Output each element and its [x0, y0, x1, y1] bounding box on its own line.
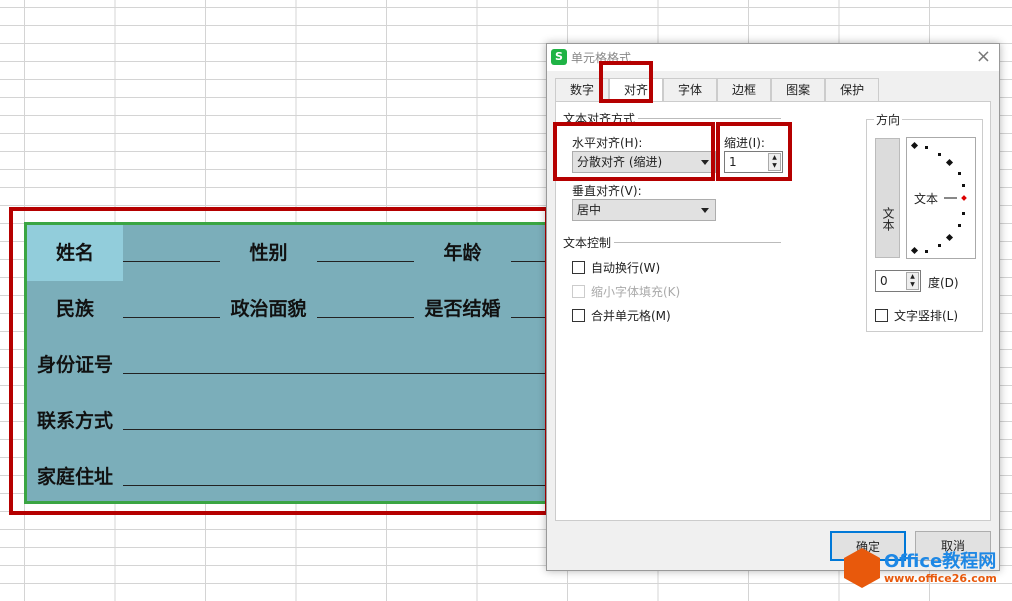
vertical-text-checkbox[interactable]: 文字竖排(L): [875, 307, 958, 324]
wrap-label: 自动换行(W): [591, 261, 661, 275]
vertical-stack-label: 文字竖排(L): [894, 309, 959, 323]
highlight-form: [9, 207, 549, 515]
spin-arrows-icon[interactable]: ▲ ▼: [906, 272, 919, 290]
watermark-url: www.office26.com: [884, 571, 997, 585]
degree-label: 度(D): [928, 276, 959, 290]
highlight-align-tab: [599, 61, 653, 103]
text-control-heading: 文本控制: [563, 236, 612, 250]
shrink-to-fit-checkbox[interactable]: 缩小字体填充(K): [572, 283, 680, 300]
vertical-value: 居中: [577, 203, 602, 217]
highlight-indent: [716, 122, 792, 181]
highlight-horizontal: [553, 122, 715, 181]
chevron-down-icon: [701, 208, 709, 217]
tab-pattern[interactable]: 图案: [771, 78, 826, 102]
app-logo-icon: S: [551, 49, 567, 65]
wrap-text-checkbox[interactable]: 自动换行(W): [572, 259, 660, 276]
tab-font[interactable]: 字体: [663, 78, 718, 102]
merge-cells-checkbox[interactable]: 合并单元格(M): [572, 307, 671, 324]
orientation-heading: 方向: [874, 111, 903, 128]
orientation-dial[interactable]: 文本: [906, 137, 976, 259]
watermark: Office教程网 www.office26.com: [844, 548, 997, 588]
vertical-text-button[interactable]: 文本: [875, 138, 900, 258]
tab-border[interactable]: 边框: [717, 78, 772, 102]
watermark-name: Office教程网: [884, 550, 997, 572]
vertical-label: 垂直对齐(V):: [572, 184, 642, 198]
close-icon[interactable]: ×: [976, 46, 991, 67]
degree-value: 0: [880, 274, 888, 288]
dial-text: 文本: [914, 192, 939, 206]
office-logo-icon: [844, 548, 880, 588]
vertical-align-select[interactable]: 居中: [572, 199, 716, 221]
merge-label: 合并单元格(M): [591, 309, 671, 323]
degree-stepper[interactable]: 0 ▲ ▼: [875, 270, 921, 292]
tab-protection[interactable]: 保护: [825, 78, 880, 102]
shrink-label: 缩小字体填充(K): [591, 285, 681, 299]
